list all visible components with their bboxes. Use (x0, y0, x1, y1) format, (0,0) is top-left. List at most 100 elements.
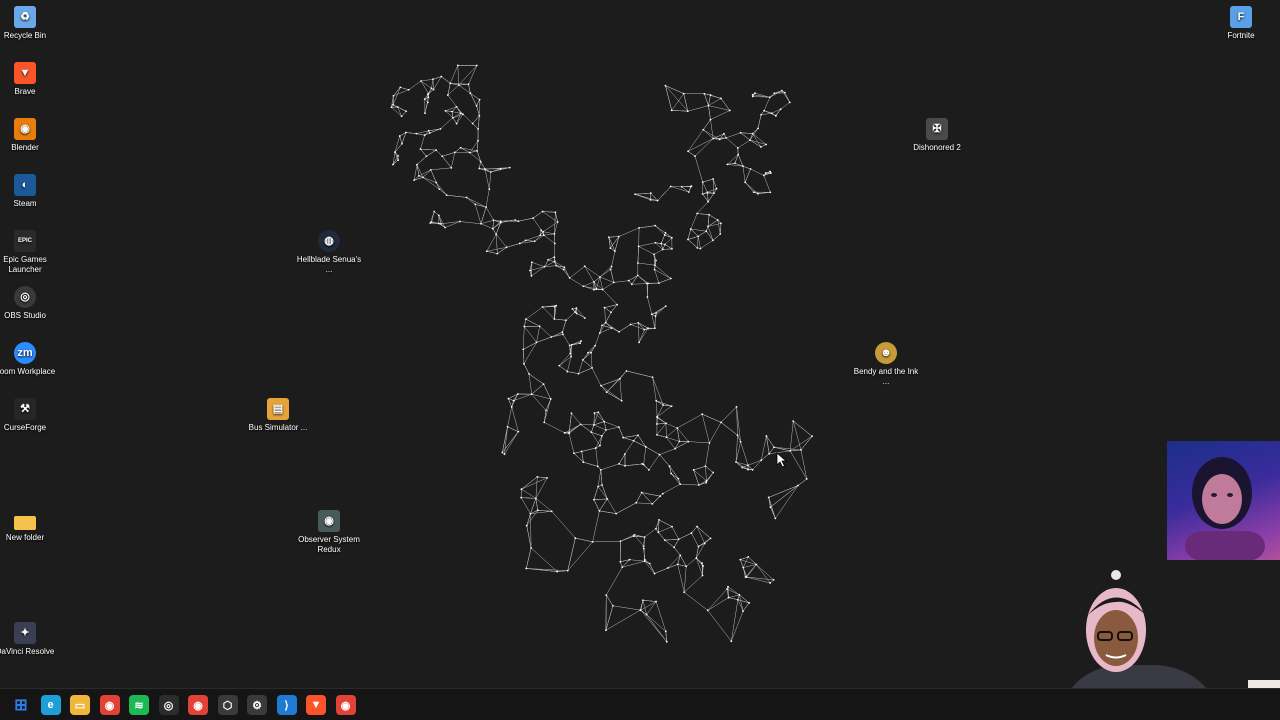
wireframe-node (596, 465, 599, 468)
bendy-icon: ☻ (875, 342, 897, 364)
steam-icon: ◐ (14, 174, 36, 196)
wireframe-node (651, 376, 654, 379)
wireframe-node (530, 393, 533, 396)
wireframe-node (610, 327, 613, 329)
wireframe-node (404, 131, 407, 134)
wireframe-node (590, 431, 593, 434)
taskbar-button-chrome[interactable]: ◉ (99, 695, 120, 715)
wireframe-node (701, 193, 704, 195)
taskbar-button-obs[interactable]: ◎ (158, 695, 179, 715)
wireframe-node (783, 91, 786, 94)
wireframe-node (523, 325, 526, 328)
taskbar-button-settings-app[interactable]: ⬡ (217, 695, 238, 715)
desktop-icon-dishonored[interactable]: ✠ Dishonored 2 (904, 118, 970, 153)
wireframe-node (568, 344, 571, 347)
wireframe-node (664, 231, 667, 234)
wireframe-node (609, 268, 612, 271)
wireframe-node (687, 191, 690, 193)
desktop-icon-brave[interactable]: ▼ Brave (0, 62, 58, 97)
wireframe-node (643, 328, 646, 331)
wireframe-node (539, 234, 542, 237)
wireframe-node (532, 217, 534, 220)
wireframe-node (401, 142, 403, 145)
wireframe-node (429, 168, 432, 171)
wireframe-node (642, 545, 645, 548)
wireframe-node (736, 147, 739, 149)
wireframe-node (569, 352, 572, 355)
wireframe-node (581, 359, 584, 361)
wireframe-node (696, 212, 699, 215)
wireframe-node (709, 537, 712, 540)
wireframe-node (752, 191, 755, 194)
taskbar-button-gear[interactable]: ⚙ (247, 695, 267, 715)
wireframe-node (505, 246, 508, 249)
wireframe-node (705, 479, 708, 482)
wireframe-node (577, 372, 580, 375)
wireframe-node (730, 640, 733, 643)
wireframe-node (644, 445, 647, 448)
wireframe-node (767, 496, 770, 499)
wireframe-node (658, 518, 660, 521)
taskbar-button-spotify[interactable]: ≋ (129, 695, 149, 715)
wireframe-node (707, 104, 710, 107)
taskbar-button-start[interactable]: ⊞ (11, 695, 31, 715)
wireframe-node (696, 525, 699, 528)
wireframe-node (747, 555, 750, 558)
taskbar: ⊞ e ▭ ◉ ≋ ◎ ◉ ⬡ ⚙ ⟩ ▼ ◉ (0, 688, 1280, 720)
desktop-icon-recycle-bin[interactable]: ♻ Recycle Bin (0, 6, 58, 41)
wireframe-node (686, 110, 689, 113)
wireframe-node (668, 465, 671, 468)
wireframe-node (655, 259, 657, 262)
taskbar-button-chrome-canary[interactable]: ◉ (335, 695, 356, 715)
desktop-icon-zoom[interactable]: zm Zoom Workplace (0, 342, 58, 377)
wireframe-node (713, 192, 715, 195)
taskbar-button-brave[interactable]: ▼ (306, 695, 326, 715)
wireframe-node (549, 398, 552, 400)
desktop-icon-label: Bendy and the Ink ... (853, 367, 919, 386)
wireframe-node (720, 97, 722, 100)
wireframe-node (637, 245, 640, 248)
taskbar-button-vscode[interactable]: ⟩ (276, 695, 297, 715)
desktop-icon-curseforge[interactable]: ⚒ CurseForge (0, 398, 58, 433)
wireframe-node (659, 495, 662, 498)
wireframe-node (709, 94, 712, 96)
wireframe-node (704, 465, 707, 468)
desktop-icon-hellblade[interactable]: ◍ Hellblade Senua's ... (296, 230, 362, 275)
wireframe-node (664, 243, 666, 246)
wireframe-node (601, 484, 603, 486)
desktop-icon-new-folder[interactable]: New folder (0, 510, 58, 543)
wireframe-node (430, 87, 433, 90)
wireframe-node (773, 446, 775, 449)
wireframe-node (665, 436, 668, 439)
desktop-icon-bus-simulator[interactable]: ▤ Bus Simulator ... (245, 398, 311, 433)
desktop-icon-davinci[interactable]: ✦ DaVinci Resolve (0, 622, 58, 657)
desktop-icon-blender[interactable]: ◉ Blender (0, 118, 58, 153)
desktop-icon-label: Blender (11, 143, 39, 152)
taskbar-button-file-explorer[interactable]: ▭ (70, 695, 90, 715)
wireframe-node (620, 399, 623, 402)
wireframe-node (451, 110, 453, 113)
wireframe-node (456, 64, 459, 67)
desktop-icon-steam[interactable]: ◐ Steam (0, 174, 58, 209)
wireframe-node (742, 165, 744, 168)
wireframe-node (507, 397, 510, 400)
desktop-icon-observer[interactable]: ◉ Observer System Redux (296, 510, 362, 555)
wireframe-node (449, 82, 452, 85)
wireframe-node (640, 491, 643, 494)
wireframe-node (540, 229, 543, 232)
desktop-icon-bendy[interactable]: ☻ Bendy and the Ink ... (853, 342, 919, 387)
desktop-icon-label: OBS Studio (4, 311, 46, 320)
wireframe-node (499, 167, 502, 170)
desktop-icon-fortnite[interactable]: F Fortnite (1208, 6, 1274, 41)
wireframe-node (669, 277, 672, 280)
wireframe-node (465, 196, 468, 199)
desktop-icon-epic-games[interactable]: EPIC Epic Games Launcher (0, 230, 58, 275)
wireframe-node (811, 435, 813, 438)
desktop-icon-obs[interactable]: ◎ OBS Studio (0, 286, 58, 321)
taskbar-button-edge[interactable]: e (40, 695, 61, 715)
taskbar-button-chrome-profile[interactable]: ◉ (188, 695, 208, 715)
wireframe-node (397, 159, 400, 161)
wireframe-node (575, 307, 578, 310)
wireframe-node (394, 151, 396, 153)
wireframe-node (604, 321, 607, 324)
